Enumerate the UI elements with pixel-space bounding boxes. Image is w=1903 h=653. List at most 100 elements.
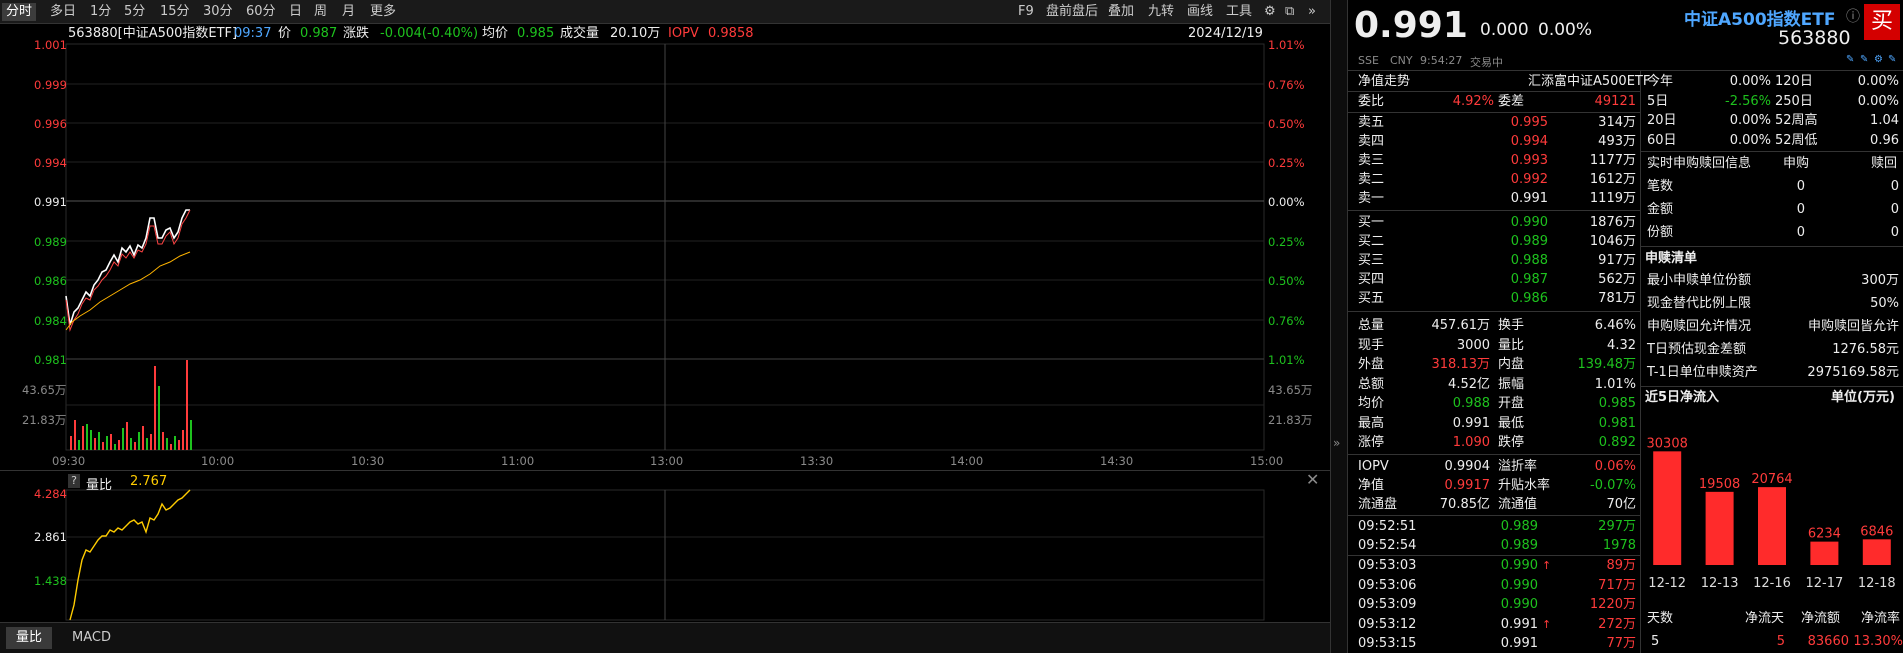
- realtime-subscribe: 0: [1796, 225, 1805, 240]
- edit-icon[interactable]: ✎: [1846, 54, 1854, 65]
- tab-volume-ratio[interactable]: 量比: [6, 627, 53, 649]
- tab-macd[interactable]: MACD: [66, 627, 117, 649]
- tick-volume: 717万: [1598, 577, 1636, 593]
- quote-time: 9:54:27: [1420, 54, 1463, 67]
- bid-label: 买一: [1358, 215, 1385, 230]
- tick-volume: 1220万: [1589, 597, 1636, 613]
- ask-label: 卖二: [1358, 172, 1385, 187]
- return-label: 5日: [1647, 93, 1669, 109]
- stat-value: 6.46%: [1594, 318, 1636, 333]
- tick-volume: 272万: [1598, 616, 1636, 632]
- bid-price[interactable]: 0.986: [1488, 289, 1548, 308]
- inflow-category-label: 12-12: [1648, 576, 1686, 591]
- tick-volume: 1978: [1602, 537, 1636, 553]
- help-icon[interactable]: ?: [68, 474, 80, 488]
- divider: [1348, 210, 1640, 211]
- inflow-category-label: 12-16: [1753, 576, 1791, 591]
- realtime-label: 份额: [1647, 225, 1674, 240]
- inflow-data-label: 20764: [1751, 472, 1792, 487]
- tick-price: 0.991: [1500, 635, 1538, 651]
- return-label: 250日: [1775, 93, 1813, 109]
- flow-net-rate: 13.30%: [1853, 634, 1903, 649]
- buy-button[interactable]: 买: [1864, 4, 1900, 40]
- inflow-bar: [1758, 487, 1786, 565]
- inflow-bar: [1862, 539, 1891, 565]
- tick-price: 0.990: [1500, 577, 1538, 593]
- creation-value: 申购赎回皆允许: [1807, 319, 1899, 334]
- volume-bar: [190, 420, 192, 450]
- creation-label: 现金替代比例上限: [1647, 296, 1752, 311]
- sub-tick: 4.284: [34, 487, 67, 501]
- volume-bar: [138, 432, 140, 450]
- stat-label: 现手: [1358, 337, 1385, 353]
- volume-tick: 43.65万: [1268, 383, 1313, 397]
- return-label: 60日: [1647, 132, 1677, 148]
- edit-icon[interactable]: ✎: [1860, 54, 1868, 65]
- stat-label: 升贴水率: [1498, 477, 1551, 493]
- pct-tick: 0.25%: [1268, 156, 1305, 170]
- ask-volume: 1119万: [1589, 191, 1636, 206]
- sub-chart-value: 2.767: [130, 474, 168, 489]
- time-tick: 13:30: [800, 454, 834, 468]
- ask-price[interactable]: 0.995: [1488, 113, 1548, 132]
- stat-value: 0.988: [1452, 396, 1490, 411]
- creation-value: 50%: [1870, 296, 1899, 311]
- panel-splitter[interactable]: »: [1330, 0, 1348, 653]
- volume-bar: [134, 442, 136, 450]
- bid-price[interactable]: 0.990: [1488, 213, 1548, 232]
- creation-value: 2975169.58元: [1807, 365, 1899, 380]
- diff-label: 委差: [1498, 94, 1525, 109]
- gear-icon[interactable]: ⚙: [1874, 54, 1883, 65]
- stat-value: 457.61万: [1431, 318, 1491, 333]
- volume-bar: [174, 436, 176, 450]
- stat-value: 318.13万: [1431, 357, 1491, 372]
- close-icon[interactable]: ✕: [1306, 470, 1319, 489]
- security-code: 563880: [1778, 27, 1851, 49]
- expand-chevron-icon[interactable]: »: [1333, 436, 1340, 450]
- price-tick: 0.981: [34, 353, 67, 367]
- sub-chart-label: 量比: [86, 478, 113, 493]
- inflow-data-label: 19508: [1699, 477, 1740, 492]
- creation-label: 最小申赎单位份额: [1647, 273, 1752, 288]
- stat-value: 1.090: [1452, 435, 1490, 450]
- stat-label: 净值: [1358, 477, 1385, 493]
- currency: CNY: [1390, 54, 1413, 67]
- tick-price: 0.989: [1500, 537, 1538, 553]
- inflow-data-label: 6846: [1860, 524, 1893, 539]
- tick-volume: 77万: [1606, 635, 1636, 651]
- price-line: [65, 209, 190, 326]
- price-tick: 0.999: [34, 78, 67, 92]
- info-icon[interactable]: ⓘ: [1846, 6, 1860, 26]
- diff-value: 49121: [1594, 94, 1636, 109]
- order-book: 净值走势 汇添富中证A500ETF 委比 4.92% 委差 49121 卖五 0.995 314…: [1348, 70, 1650, 653]
- volume-bar: [126, 422, 128, 450]
- pct-tick: 0.76%: [1268, 314, 1305, 328]
- bid-price[interactable]: 0.988: [1488, 251, 1548, 270]
- volume-bar: [130, 438, 132, 450]
- volume-bar: [186, 360, 188, 450]
- pct-tick: 0.00%: [1268, 195, 1305, 209]
- ask-price[interactable]: 0.993: [1488, 151, 1548, 170]
- stat-label: 最高: [1358, 415, 1385, 431]
- volume-tick: 43.65万: [22, 383, 67, 397]
- ask-price[interactable]: 0.994: [1488, 132, 1548, 151]
- volume-bar: [170, 444, 172, 450]
- volume-tick: 21.83万: [22, 413, 67, 427]
- inflow-data-label: 6234: [1808, 527, 1841, 542]
- bid-price[interactable]: 0.987: [1488, 270, 1548, 289]
- sub-tick: 1.438: [34, 574, 67, 588]
- ask-label: 卖三: [1358, 153, 1385, 168]
- bid-volume: 1046万: [1589, 234, 1636, 249]
- bid-price[interactable]: 0.989: [1488, 232, 1548, 251]
- stat-label: 换手: [1498, 318, 1525, 333]
- inflow-bar: [1705, 491, 1734, 565]
- stat-label: 流通盘: [1358, 496, 1398, 512]
- creation-label: 申购赎回允许情况: [1647, 319, 1752, 334]
- ask-price[interactable]: 0.992: [1488, 170, 1548, 189]
- edit-icon[interactable]: ✎: [1888, 54, 1896, 65]
- divider: [1641, 246, 1903, 247]
- stat-value: 4.52亿: [1448, 376, 1490, 392]
- divider: [1641, 151, 1903, 152]
- time-tick: 09:30: [52, 454, 86, 468]
- ask-price[interactable]: 0.991: [1488, 189, 1548, 208]
